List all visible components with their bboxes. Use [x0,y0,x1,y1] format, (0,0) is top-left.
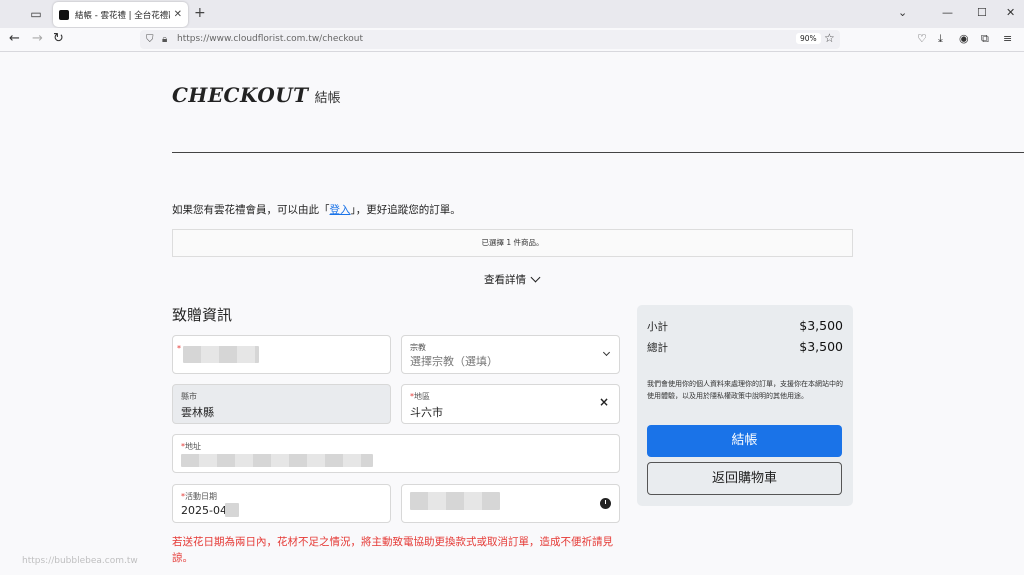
clear-icon[interactable]: × [599,395,609,409]
title-divider [172,152,1024,153]
selected-items-notice: 已選擇 1 件商品。 [172,229,853,257]
navigation-bar: ← → ↻ ⛉ 🔒︎ https://www.cloudflorist.com.… [0,28,1024,52]
tab-bar: ▭ 結帳 - 雲花禮 | 全台花禮配送 ✕ + ⌄ — ☐ ✕ [0,0,1024,28]
address-bar[interactable]: ⛉ 🔒︎ https://www.cloudflorist.com.tw/che… [140,30,840,49]
district-label-wrap: *地區 [410,392,430,401]
subtotal-label: 小計 [647,321,668,333]
login-link[interactable]: 登入 [330,204,351,216]
menu-icon[interactable]: ≡ [1003,32,1012,46]
order-summary: 小計 $3,500 總計 $3,500 我們會使用你的個人資料來處理你的訂單，支… [637,305,853,506]
chevron-down-icon [530,272,541,283]
url-text[interactable]: https://www.cloudflorist.com.tw/checkout [177,33,363,46]
event-date-label: 活動日期 [185,492,217,501]
back-icon[interactable]: ← [9,31,20,47]
district-select[interactable]: *地區 斗六市 × [401,384,620,424]
view-details-label: 查看詳情 [484,274,526,286]
zoom-level-badge[interactable]: 90% [796,33,821,44]
address-label: 地址 [185,442,201,451]
bookmark-star-icon[interactable]: ☆ [824,31,835,45]
status-bar-url: https://bubblebea.com.tw [22,556,138,566]
recipient-section-title: 致贈資訊 [172,306,233,324]
chevron-down-icon [602,348,611,357]
page-title: CHECKOUT 結帳 [172,83,341,107]
county-field: 縣市 雲林縣 [172,384,391,424]
redacted-value [225,503,239,517]
pocket-icon[interactable]: ♡ [917,32,927,46]
district-value: 斗六市 [410,406,443,419]
address-field[interactable]: *地址 [172,434,620,473]
religion-select[interactable]: 宗教 選擇宗教（選填） [401,335,620,374]
extensions-icon[interactable]: ⧉ [981,32,989,46]
subtotal-row: 小計 $3,500 [647,318,843,334]
maximize-icon[interactable]: ☐ [977,5,987,21]
new-tab-icon[interactable]: + [194,5,206,21]
redacted-value [410,492,500,510]
close-tab-icon[interactable]: ✕ [174,9,182,20]
clock-icon[interactable] [600,498,611,509]
checkout-page: CHECKOUT 結帳 如果您有雲花禮會員，可以由此「登入」，更好追蹤您的訂單。… [0,53,1024,575]
forward-icon[interactable]: → [32,31,43,47]
total-label: 總計 [647,342,668,354]
shield-icon[interactable]: ⛉ [146,32,154,47]
page-title-en: CHECKOUT [172,83,309,107]
lock-icon[interactable]: 🔒︎ [162,32,167,47]
event-date-field[interactable]: *活動日期 2025-04- [172,484,391,523]
site-favicon-icon [59,9,69,20]
privacy-notice: 我們會使用你的個人資料來處理你的訂單，支援你在本網站中的使用體驗，以及用於隱私權… [647,380,843,400]
total-value: $3,500 [799,339,843,354]
minimize-icon[interactable]: — [942,5,953,21]
checkout-button[interactable]: 結帳 [647,425,842,457]
event-time-field[interactable] [401,484,620,523]
delivery-warning: 若送花日期為兩日內，花材不足之情況，將主動致電協助更換款式或取消訂單，造成不便祈… [172,536,613,564]
downloads-icon[interactable]: ⤓ [938,32,943,46]
required-marker: * [177,344,181,353]
religion-label: 宗教 [410,343,426,352]
recipient-name-field[interactable]: * [172,335,391,374]
active-tab[interactable]: 結帳 - 雲花禮 | 全台花禮配送 ✕ [53,2,188,27]
tab-list-icon[interactable]: ▭ [28,6,44,22]
view-details-toggle[interactable]: 查看詳情 [484,272,541,287]
page-title-zh: 結帳 [314,91,341,106]
religion-placeholder: 選擇宗教（選填） [410,355,498,368]
account-icon[interactable]: ◉ [959,32,969,46]
redacted-value [181,454,373,467]
back-to-cart-button[interactable]: 返回購物車 [647,462,842,495]
address-label-wrap: *地址 [181,442,201,451]
district-label: 地區 [414,392,430,401]
county-value: 雲林縣 [181,406,214,419]
tab-overflow-chevron-icon[interactable]: ⌄ [898,5,907,21]
total-row: 總計 $3,500 [647,339,843,355]
tab-title: 結帳 - 雲花禮 | 全台花禮配送 [75,10,170,21]
member-login-prompt: 如果您有雲花禮會員，可以由此「登入」，更好追蹤您的訂單。 [172,204,461,216]
window-close-icon[interactable]: ✕ [1006,5,1015,21]
event-date-label-wrap: *活動日期 [181,492,217,501]
county-label: 縣市 [181,392,197,401]
event-date-value: 2025-04- [181,504,231,517]
redacted-value [183,346,259,363]
reload-icon[interactable]: ↻ [53,31,64,47]
subtotal-value: $3,500 [799,318,843,333]
